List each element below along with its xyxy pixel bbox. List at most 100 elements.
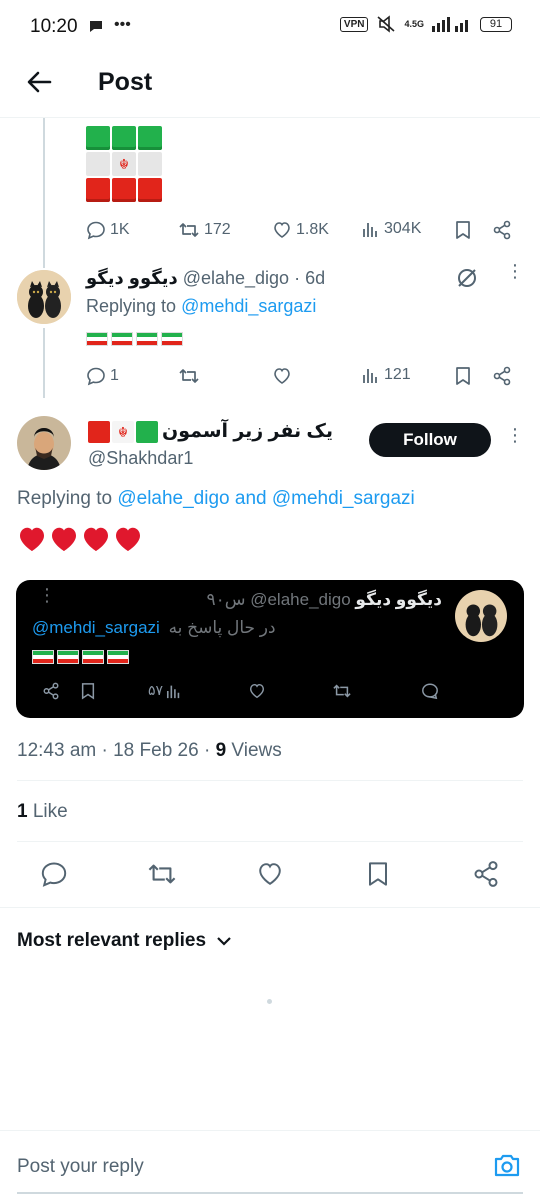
replies-sort-dropdown[interactable]: Most relevant replies <box>17 930 232 952</box>
reply-count: 1 <box>110 367 119 384</box>
embedded-avatar <box>455 590 507 642</box>
mention-link[interactable]: @mehdi_sargazi <box>272 488 415 509</box>
share-icon[interactable] <box>492 220 512 240</box>
main-replying-to: Replying to @elahe_digo and @mehdi_sarga… <box>17 488 415 510</box>
camera-icon[interactable] <box>493 1152 521 1178</box>
views-button[interactable]: 121 <box>362 366 411 384</box>
thread-line <box>43 328 45 398</box>
embedded-flags <box>32 648 132 666</box>
divider <box>17 780 523 781</box>
status-time: 10:20 <box>30 16 78 37</box>
embedded-views: ۵۷ <box>148 682 182 699</box>
replying-prefix: Replying to <box>86 296 182 316</box>
embedded-name: دیگوو دیگو <box>355 590 442 609</box>
heart-icon <box>274 222 290 238</box>
like-button[interactable] <box>272 366 292 386</box>
iran-flag-emoji <box>82 649 104 664</box>
red-square <box>138 178 162 202</box>
divider <box>0 907 540 908</box>
avatar-shakhdar[interactable] <box>17 416 71 470</box>
share-icon[interactable] <box>492 366 512 386</box>
vpn-badge: VPN <box>339 16 369 32</box>
green-square <box>112 126 136 150</box>
chevron-down-icon <box>217 937 231 946</box>
heart-icon[interactable] <box>256 860 284 888</box>
iran-flag-emoji <box>111 331 133 346</box>
more-options-icon[interactable]: ⋮ <box>506 262 524 280</box>
more-options-icon[interactable]: ⋮ <box>506 426 524 444</box>
status-right: VPN 4.5G 91 <box>339 15 512 33</box>
iran-flag-emoji <box>136 331 158 346</box>
battery-indicator: 91 <box>480 16 512 32</box>
retweet-count: 172 <box>204 221 231 238</box>
embedded-views-count: ۵۷ <box>148 682 164 698</box>
share-icon[interactable] <box>472 860 500 888</box>
red-square <box>86 178 110 202</box>
retweet-icon <box>179 369 199 383</box>
embedded-time: ۹۰س <box>206 590 246 609</box>
views-count: 304K <box>384 220 422 237</box>
bookmark-icon[interactable] <box>366 860 390 888</box>
grok-icon[interactable] <box>455 266 479 290</box>
flag-emojis <box>86 330 186 348</box>
views-button[interactable]: 304K <box>362 220 421 238</box>
views-icon <box>363 369 377 383</box>
red-heart-emoji <box>52 527 76 551</box>
embedded-header: ۹۰س @elahe_digo دیگوو دیگو <box>206 590 442 610</box>
emblem-square: ☬ <box>112 152 136 176</box>
iran-flag-emoji <box>57 649 79 664</box>
chat-bubble-icon <box>88 18 104 34</box>
red-square <box>112 178 136 202</box>
reply-icon[interactable] <box>40 860 68 888</box>
page-header: Post <box>0 54 540 118</box>
divider <box>0 1130 540 1131</box>
display-name[interactable]: یک نفر زیر آسمون <box>162 420 333 443</box>
iran-flag-emoji <box>161 331 183 346</box>
likes-summary[interactable]: 1 Like <box>17 801 68 823</box>
handle[interactable]: @elahe_digo <box>183 268 289 288</box>
reply-composer-input[interactable]: Post your reply <box>17 1156 144 1178</box>
signal-icon <box>432 16 472 32</box>
like-button[interactable]: 1.8K <box>272 220 329 240</box>
mention-link[interactable]: @mehdi_sargazi <box>181 296 316 316</box>
embedded-replying-text: در حال پاسخ به <box>168 618 276 637</box>
timestamp-text: 12:43 am · 18 Feb 26 · <box>17 740 216 761</box>
reply-button[interactable]: 1 <box>86 366 119 386</box>
embedded-views-icon <box>167 685 180 698</box>
retweet-button[interactable]: 172 <box>178 220 231 240</box>
bookmark-icon[interactable] <box>454 366 472 386</box>
emblem-emoji: ☬ <box>112 420 134 443</box>
post-time: · 6d <box>294 268 326 288</box>
bookmark-icon[interactable] <box>454 220 472 240</box>
replying-to: Replying to @mehdi_sargazi <box>86 296 316 317</box>
white-square <box>86 152 110 176</box>
retweet-button[interactable] <box>178 366 200 386</box>
green-square <box>86 126 110 150</box>
views-count[interactable]: 9 <box>216 740 227 761</box>
avatar-elahe[interactable] <box>17 270 71 324</box>
divider <box>17 841 523 842</box>
back-arrow-icon[interactable] <box>26 69 52 95</box>
embedded-screenshot[interactable]: ۹۰س @elahe_digo دیگوو دیگو ⋮ @mehdi_sarg… <box>16 580 524 718</box>
composer-underline <box>17 1192 523 1194</box>
iran-flag-emoji <box>86 331 108 346</box>
handle[interactable]: @Shakhdar1 <box>88 448 193 469</box>
replies-sort-label: Most relevant replies <box>17 930 207 951</box>
reply-count: 1K <box>110 221 130 238</box>
like-count: 1.8K <box>296 221 329 238</box>
embedded-share-icon <box>42 682 60 700</box>
thread-line <box>43 118 45 268</box>
replying-prefix: Replying to <box>17 488 118 509</box>
mention-link[interactable]: @elahe_digo <box>117 488 229 509</box>
display-name[interactable]: دیگوو دیگو <box>86 268 178 288</box>
follow-button[interactable]: Follow <box>369 423 491 457</box>
likes-count: 1 <box>17 801 28 822</box>
embedded-reply-icon <box>421 682 439 700</box>
embedded-mention: @mehdi_sargazi <box>32 618 160 637</box>
reply-icon <box>87 221 105 240</box>
reply-button[interactable]: 1K <box>86 220 130 240</box>
post-timestamp: 12:43 am · 18 Feb 26 · 9 Views <box>17 740 282 762</box>
retweet-icon[interactable] <box>146 860 178 888</box>
iran-flag-emoji <box>107 649 129 664</box>
tweet2-actions: 1 121 <box>86 366 518 388</box>
